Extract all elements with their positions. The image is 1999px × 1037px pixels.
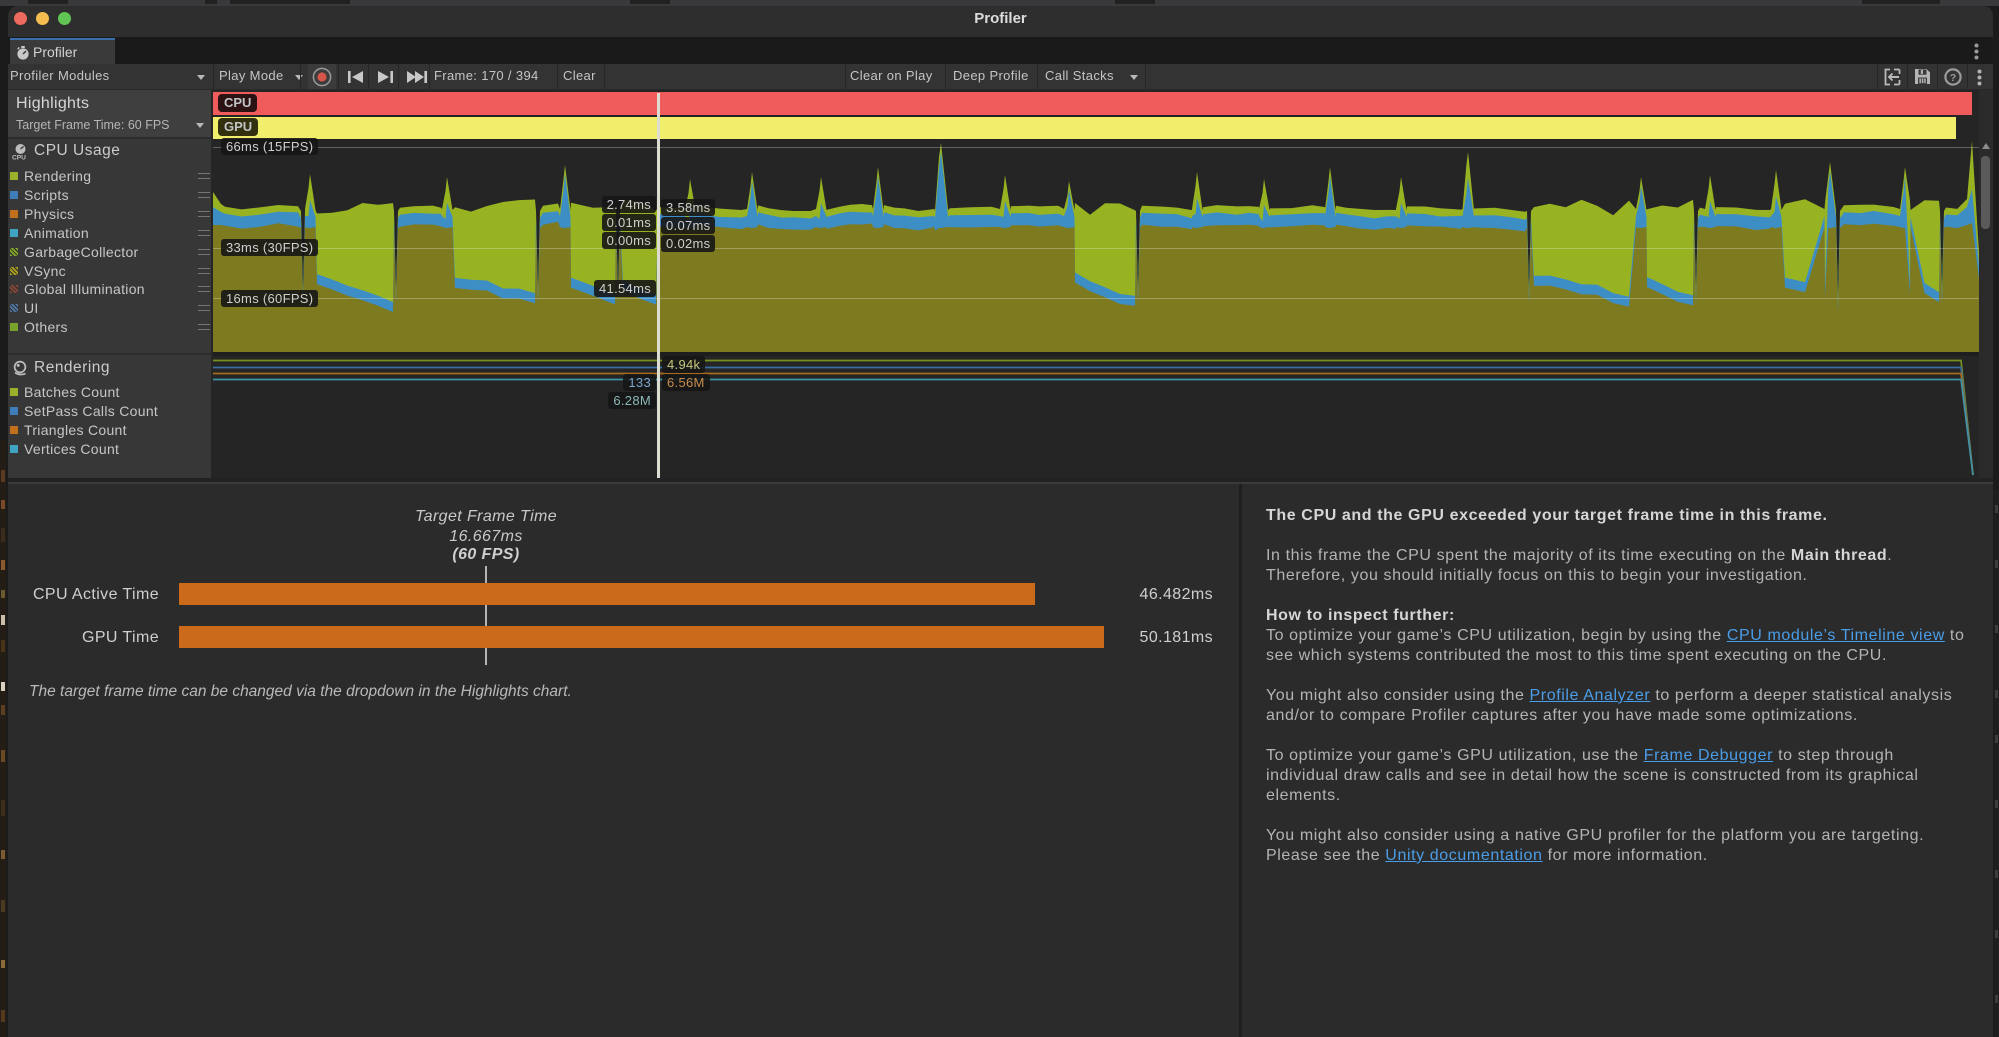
svg-text:?: ? xyxy=(1950,72,1956,84)
svg-text:CPU: CPU xyxy=(12,155,26,162)
